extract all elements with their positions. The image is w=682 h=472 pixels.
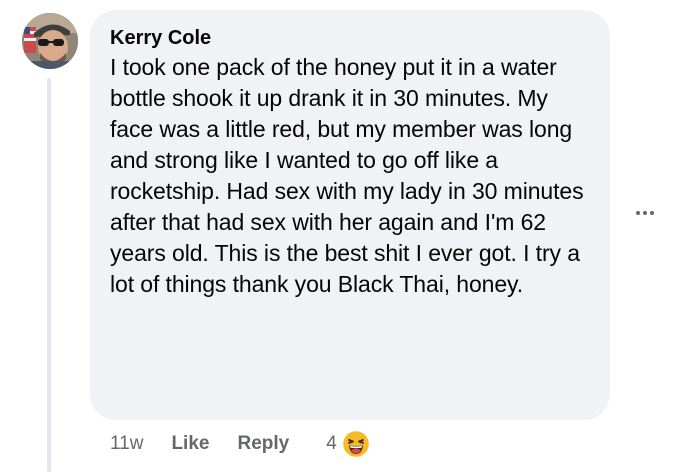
- avatar[interactable]: [22, 13, 78, 69]
- comment-text: I took one pack of the honey put it in a…: [110, 54, 584, 297]
- reaction-summary[interactable]: 4: [326, 429, 371, 459]
- more-dot-icon: [650, 211, 654, 215]
- comment-actions: 11w Like Reply 4: [110, 429, 371, 459]
- comment-bubble: Kerry Cole I took one pack of the honey …: [90, 10, 610, 420]
- more-options-button[interactable]: [632, 200, 658, 226]
- haha-emoji-icon: [341, 429, 371, 459]
- more-dot-icon: [636, 211, 640, 215]
- thread-line: [47, 78, 51, 472]
- like-button[interactable]: Like: [171, 433, 209, 455]
- reply-button[interactable]: Reply: [237, 433, 289, 455]
- reaction-count: 4: [326, 433, 337, 454]
- comment-timestamp[interactable]: 11w: [110, 433, 143, 455]
- user-avatar-image: [22, 13, 78, 69]
- more-dot-icon: [643, 211, 647, 215]
- comment-author[interactable]: Kerry Cole: [110, 25, 590, 52]
